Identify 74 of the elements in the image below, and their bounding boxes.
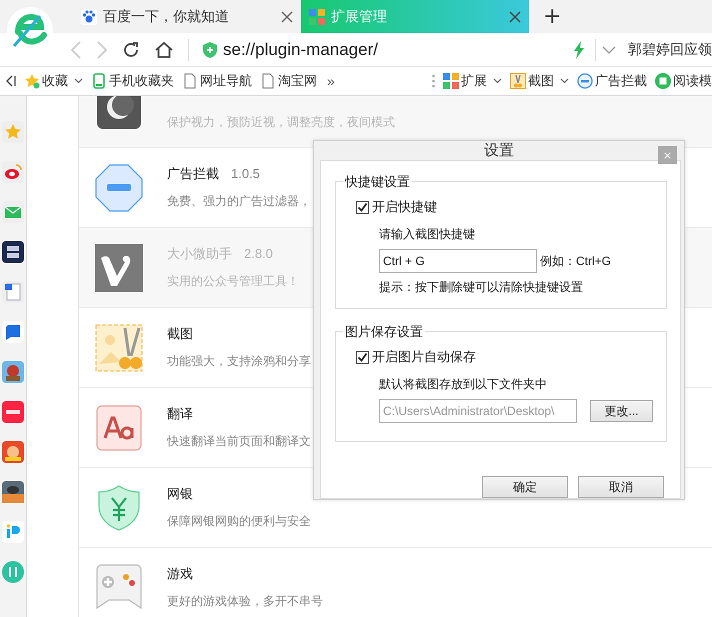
checkbox[interactable] (356, 200, 369, 214)
book-icon (655, 73, 671, 89)
dropdown-icon[interactable] (602, 46, 616, 54)
hint-text: 提示：按下删除键可以清除快捷键设置 (379, 279, 584, 296)
blocks-icon (443, 73, 459, 89)
caret-icon[interactable] (493, 78, 502, 84)
home-icon[interactable] (154, 40, 174, 58)
scissors-icon (510, 73, 526, 89)
checkbox-label[interactable]: 开启图片自动保存 (372, 348, 476, 366)
plugin-name: 游戏 (167, 565, 193, 583)
dialog-title: 设置 (484, 141, 514, 160)
plugin-description: 保护视力，预防近视，调整亮度，夜间模式 (167, 114, 395, 131)
shortcut-field[interactable]: Ctrl + G (379, 249, 537, 273)
news-link[interactable]: 郭碧婷回应领 (628, 40, 712, 58)
field-label: 默认将截图存放到以下文件夹中 (379, 376, 548, 393)
plugin-name: 截图 (167, 325, 193, 343)
plugin-description: 免费、强力的广告过滤器， (167, 193, 311, 210)
reload-icon[interactable] (122, 40, 140, 58)
toolbar-item[interactable]: 阅读模 (673, 72, 712, 90)
shield-icon (203, 42, 217, 58)
stop-icon (577, 73, 593, 89)
checkbox[interactable] (356, 350, 369, 364)
example-text: 例如：Ctrl+G (540, 252, 612, 270)
browser-tab[interactable]: 百度一下，你就知道 (73, 0, 301, 33)
v-logo-icon (95, 244, 143, 292)
plugin-description: 实用的公众号管理工具！ (167, 273, 299, 290)
bookmark-link[interactable]: 网址导航 (200, 72, 252, 90)
caret-icon[interactable] (560, 78, 569, 84)
bookmark-link[interactable]: 淘宝网 (278, 72, 317, 90)
bookmark-link[interactable]: 手机收藏夹 (109, 72, 174, 90)
change-button[interactable]: 更改... (590, 400, 653, 422)
plugin-description: 更好的游戏体验，多开不串号 (167, 593, 323, 610)
star-icon (24, 73, 40, 89)
app-icon[interactable] (2, 481, 24, 503)
blocks-icon (309, 8, 325, 24)
ok-button[interactable]: 确定 (482, 476, 568, 498)
bookmark-link[interactable]: 收藏 (42, 72, 68, 90)
new-tab-button[interactable]: + (529, 0, 576, 33)
app-icon[interactable] (2, 241, 24, 263)
collapse-icon[interactable] (6, 75, 16, 87)
app-icon[interactable] (2, 361, 24, 383)
more-bookmarks-button[interactable]: » (327, 73, 335, 89)
scissors-icon (95, 324, 143, 372)
group-title: 快捷键设置 (343, 173, 412, 191)
toolbar-item[interactable]: 广告拦截 (595, 72, 647, 90)
lightning-icon[interactable] (573, 40, 585, 58)
plugin-version: 2.8.0 (244, 246, 273, 261)
drag-handle-icon[interactable] (432, 74, 435, 88)
gamepad-icon (95, 564, 143, 612)
close-icon[interactable] (509, 10, 521, 22)
page-icon (182, 73, 198, 89)
toolbar-item[interactable]: 截图 (528, 72, 554, 90)
field-label: 请输入截图快捷键 (379, 226, 476, 243)
group-title: 图片保存设置 (343, 323, 425, 341)
address-field[interactable]: se://plugin-manager/ (223, 40, 559, 60)
plugin-name: 大小微助手 (167, 245, 232, 263)
app-icon[interactable] (2, 321, 24, 343)
page-icon (260, 73, 276, 89)
paw-icon (81, 8, 97, 24)
plugin-name: 网银 (167, 485, 193, 503)
plugin-description: 快速翻译当前页面和翻译文 (167, 433, 311, 450)
caret-icon[interactable] (74, 78, 83, 84)
close-icon[interactable] (281, 10, 293, 22)
plugin-name: 翻译 (167, 405, 193, 423)
phone-icon (91, 73, 107, 89)
text-font-icon (95, 404, 143, 452)
toolbar-item[interactable]: 扩展 (461, 72, 487, 90)
plugin-version: 1.0.5 (231, 166, 260, 181)
stop-icon (95, 164, 143, 212)
plugin-description: 保障网银网购的便利与安全 (167, 513, 311, 530)
plugin-description: 功能强大，支持涂鸦和分享 (167, 353, 311, 370)
cancel-button[interactable]: 取消 (578, 476, 664, 498)
plugin-name: 广告拦截 (167, 165, 219, 183)
checkbox-label[interactable]: 开启快捷键 (372, 198, 437, 216)
